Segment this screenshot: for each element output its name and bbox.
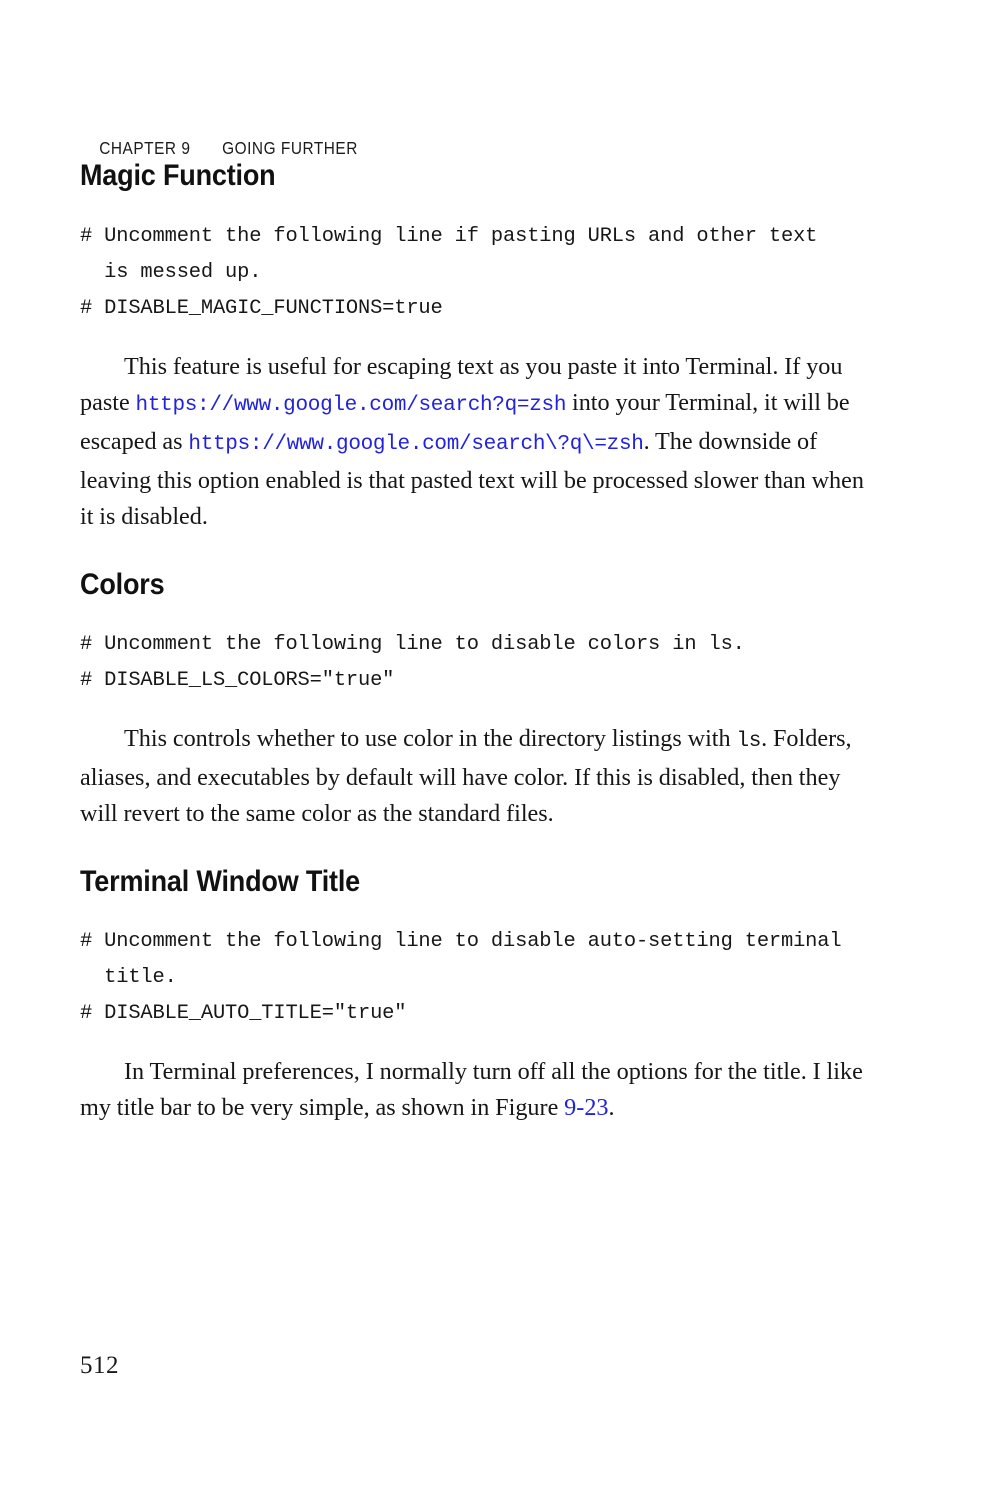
paragraph-text: . <box>608 1094 615 1122</box>
section-heading-magic-function: Magic Function <box>80 159 276 192</box>
paragraph-colors: This controls whether to use color in th… <box>80 721 870 833</box>
page-content: Magic Function # Uncomment the following… <box>80 160 870 1127</box>
paragraph-magic-function: This feature is useful for escaping text… <box>80 349 870 536</box>
section-heading-terminal-window-title: Terminal Window Title <box>80 864 360 898</box>
paragraph-text: This controls whether to use color in th… <box>124 725 737 753</box>
section-heading-colors: Colors <box>80 567 165 601</box>
paragraph-text: In Terminal preferences, I normally turn… <box>80 1058 863 1122</box>
figure-cross-reference-link[interactable]: 9-23 <box>564 1094 608 1121</box>
code-block-colors: # Uncomment the following line to disabl… <box>80 633 745 693</box>
inline-code-ls: ls <box>736 730 762 754</box>
code-block-terminal-window-title: # Uncomment the following line to disabl… <box>80 930 842 1026</box>
running-head-chapter: CHAPTER 9 <box>99 138 191 158</box>
code-block-magic-function: # Uncomment the following line if pastin… <box>80 224 818 320</box>
paragraph-terminal-window-title: In Terminal preferences, I normally turn… <box>80 1054 870 1126</box>
book-page: CHAPTER 9 GOING FURTHER Magic Function # … <box>0 0 989 1500</box>
inline-url-escaped[interactable]: https://www.google.com/search\?q\=zsh <box>188 433 643 456</box>
running-head-title: GOING FURTHER <box>222 138 358 158</box>
inline-url-plain[interactable]: https://www.google.com/search?q=zsh <box>136 394 567 417</box>
page-number: 512 <box>80 1352 119 1379</box>
